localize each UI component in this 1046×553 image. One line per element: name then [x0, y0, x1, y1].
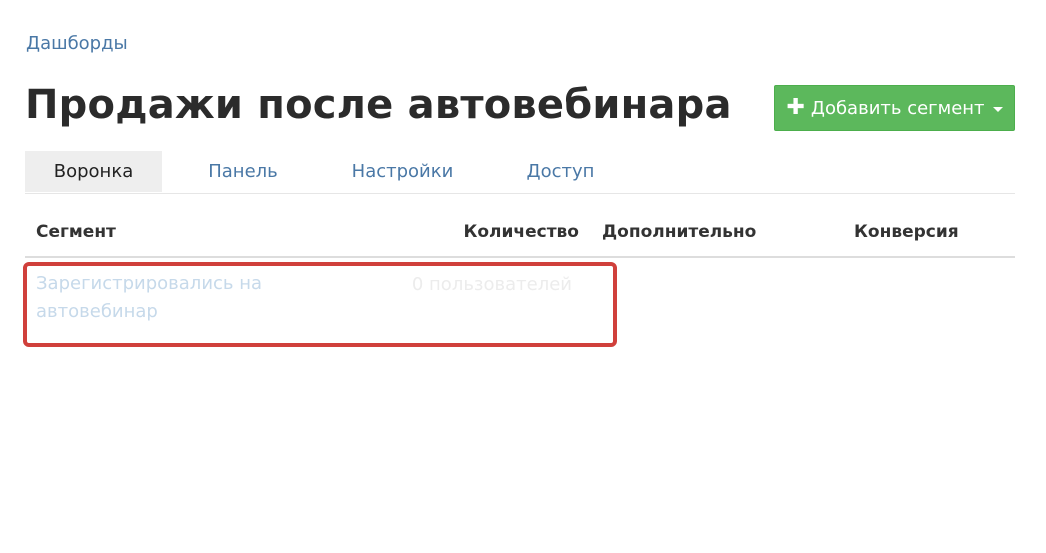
table-header: Сегмент Количество Дополнительно Конверс… [25, 214, 1015, 258]
column-header-conversion: Конверсия [854, 222, 959, 242]
caret-down-icon [992, 106, 1003, 112]
segment-link[interactable]: Зарегистрировались на автовебинар [36, 270, 296, 326]
tab-settings[interactable]: Настройки [324, 151, 481, 192]
add-segment-label: Добавить сегмент [810, 97, 985, 119]
breadcrumb-dashboards-link[interactable]: Дашборды [26, 33, 128, 54]
page-title: Продажи после автовебинара [25, 82, 732, 128]
plus-icon: ✚ [786, 95, 805, 120]
tab-bar: Воронка Панель Настройки Доступ [25, 151, 1015, 194]
segment-count: 0 пользователей [411, 274, 572, 295]
column-header-segment: Сегмент [36, 222, 116, 242]
table-row: Зарегистрировались на автовебинар 0 поль… [25, 258, 1015, 338]
tab-panel[interactable]: Панель [162, 151, 324, 192]
column-header-extra: Дополнительно [602, 222, 757, 242]
column-header-count: Количество [463, 222, 579, 242]
add-segment-button[interactable]: ✚ Добавить сегмент [774, 85, 1015, 131]
tab-funnel[interactable]: Воронка [25, 151, 162, 192]
tab-access[interactable]: Доступ [481, 151, 640, 192]
